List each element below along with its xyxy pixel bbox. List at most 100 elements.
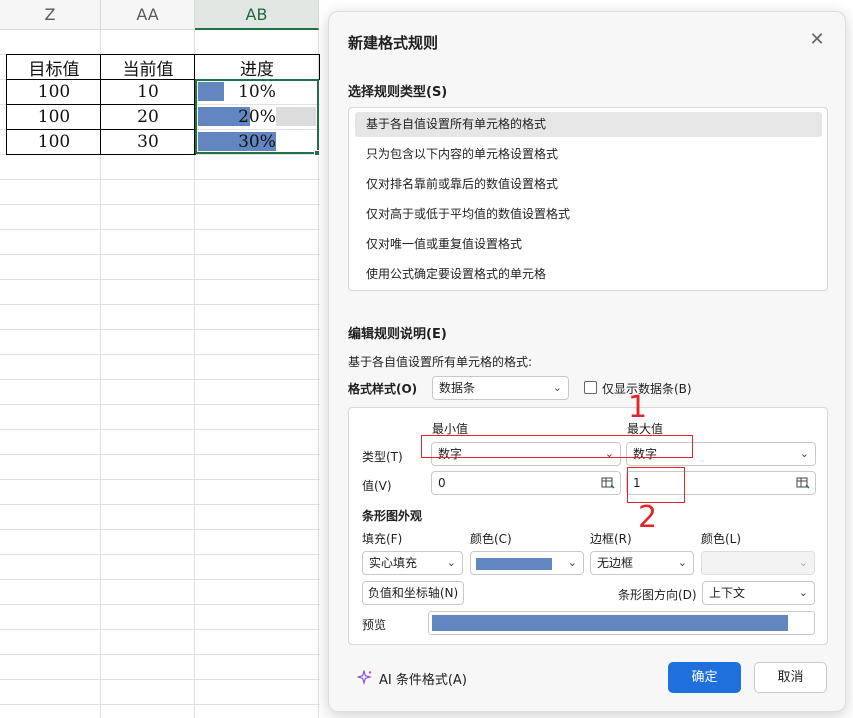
column-header-aa[interactable]: AA	[101, 0, 195, 30]
cell-current[interactable]: 10	[101, 80, 195, 104]
ai-button-label: AI 条件格式(A)	[379, 672, 467, 688]
column-label: AB	[245, 4, 268, 24]
min-value-text: 0	[438, 476, 446, 490]
grid-line	[0, 229, 320, 230]
table-border	[6, 104, 196, 105]
ai-conditional-format-button[interactable]: AI 条件格式(A)	[357, 667, 467, 689]
bar-appearance-label: 条形图外观	[362, 509, 423, 523]
column-label: AA	[136, 5, 159, 24]
header-target[interactable]: 目标值	[7, 55, 101, 80]
annotation-box	[421, 435, 693, 458]
chevron-down-icon: ⌄	[677, 556, 687, 569]
ok-button[interactable]: 确定	[668, 662, 741, 693]
fill-select[interactable]: 实心填充 ⌄	[362, 551, 463, 575]
fill-label: 填充(F)	[362, 532, 403, 546]
bar-direction-select[interactable]: 上下文 ⌄	[702, 581, 815, 605]
table-border	[6, 54, 7, 155]
grid-line	[0, 454, 320, 455]
column-label: Z	[44, 5, 56, 24]
rule-type-item[interactable]: 使用公式确定要设置格式的单元格	[355, 262, 822, 287]
range-select-icon[interactable]	[601, 476, 615, 490]
grid-line	[0, 479, 320, 480]
grid-line	[0, 554, 320, 555]
chevron-down-icon: ⌄	[799, 447, 809, 460]
grid-line	[0, 179, 320, 180]
chevron-down-icon: ⌄	[567, 556, 577, 569]
border-value: 无边框	[597, 556, 634, 570]
table-border	[6, 154, 196, 155]
grid-line	[0, 429, 320, 430]
rule-type-list: 基于各自值设置所有单元格的格式 只为包含以下内容的单元格设置格式 仅对排名靠前或…	[348, 107, 828, 291]
grid-line	[0, 254, 320, 255]
selection-range[interactable]	[195, 79, 319, 154]
rule-type-label: 选择规则类型(S)	[348, 85, 448, 100]
cell-target[interactable]: 100	[7, 80, 101, 104]
range-select-icon[interactable]	[796, 476, 810, 490]
type-label: 类型(T)	[362, 450, 403, 464]
border-label: 边框(R)	[590, 532, 632, 546]
bar-direction-value: 上下文	[709, 586, 746, 600]
chevron-down-icon: ⌄	[552, 381, 562, 394]
table-border	[319, 54, 320, 80]
column-header-z[interactable]: Z	[0, 0, 101, 30]
cell-current[interactable]: 20	[101, 105, 195, 129]
table-border	[6, 54, 320, 55]
annotation-box	[627, 467, 685, 503]
grid-line	[0, 304, 320, 305]
annotation-number: 1	[628, 390, 648, 425]
preview-box	[428, 611, 815, 635]
cell-current[interactable]: 30	[101, 130, 195, 154]
edit-rule-label: 编辑规则说明(E)	[348, 327, 447, 342]
grid-line	[0, 704, 320, 705]
fill-handle[interactable]	[314, 150, 320, 156]
grid-line	[0, 529, 320, 530]
column-header-ab[interactable]: AB	[195, 0, 319, 30]
grid-line	[0, 204, 320, 205]
edit-rule-description: 基于各自值设置所有单元格的格式:	[348, 355, 533, 369]
rule-type-item[interactable]: 基于各自值设置所有单元格的格式	[355, 112, 822, 137]
chevron-down-icon: ⌄	[446, 556, 456, 569]
preview-bar	[432, 615, 788, 631]
grid-line	[0, 629, 320, 630]
ai-sparkle-icon	[357, 670, 373, 686]
color-swatch	[476, 558, 552, 570]
table-border	[6, 79, 196, 80]
preview-label: 预览	[362, 618, 387, 632]
format-style-select[interactable]: 数据条 ⌄	[432, 376, 569, 400]
grid-line	[0, 329, 320, 330]
new-format-rule-dialog: 新建格式规则 ✕ 选择规则类型(S) 基于各自值设置所有单元格的格式 只为包含以…	[328, 11, 846, 712]
table-border	[100, 54, 101, 155]
cell-target[interactable]: 100	[7, 105, 101, 129]
rule-type-item[interactable]: 只为包含以下内容的单元格设置格式	[355, 142, 822, 167]
grid-line	[0, 579, 320, 580]
dialog-title: 新建格式规则	[348, 34, 439, 52]
cancel-button[interactable]: 取消	[754, 662, 827, 693]
rule-type-item[interactable]: 仅对排名靠前或靠后的数值设置格式	[355, 172, 822, 197]
fill-value: 实心填充	[369, 556, 418, 570]
negative-axis-button[interactable]: 负值和坐标轴(N)	[362, 581, 464, 605]
grid-line	[0, 379, 320, 380]
grid-line	[0, 279, 320, 280]
grid-line	[0, 354, 320, 355]
show-bar-only-checkbox[interactable]	[584, 381, 597, 394]
header-current[interactable]: 当前值	[101, 55, 195, 80]
rule-type-item[interactable]: 仅对高于或低于平均值的数值设置格式	[355, 202, 822, 227]
border-select[interactable]: 无边框 ⌄	[590, 551, 694, 575]
border-color-label: 颜色(L)	[701, 532, 742, 546]
grid-line	[0, 504, 320, 505]
bar-color-select[interactable]: ⌄	[470, 551, 584, 575]
chevron-down-icon: ⌄	[798, 556, 808, 569]
border-color-select: ⌄	[701, 551, 815, 575]
close-icon[interactable]: ✕	[809, 31, 825, 49]
header-progress[interactable]: 进度	[195, 55, 319, 80]
format-style-value: 数据条	[439, 381, 476, 395]
grid-line	[0, 654, 320, 655]
rule-type-item[interactable]: 仅对唯一值或重复值设置格式	[355, 232, 822, 257]
value-label: 值(V)	[362, 479, 392, 493]
grid-line	[0, 404, 320, 405]
annotation-number: 2	[638, 500, 658, 535]
cell-target[interactable]: 100	[7, 130, 101, 154]
min-value-input[interactable]: 0	[431, 471, 621, 495]
bar-direction-label: 条形图方向(D)	[618, 588, 697, 602]
grid-line	[0, 679, 320, 680]
